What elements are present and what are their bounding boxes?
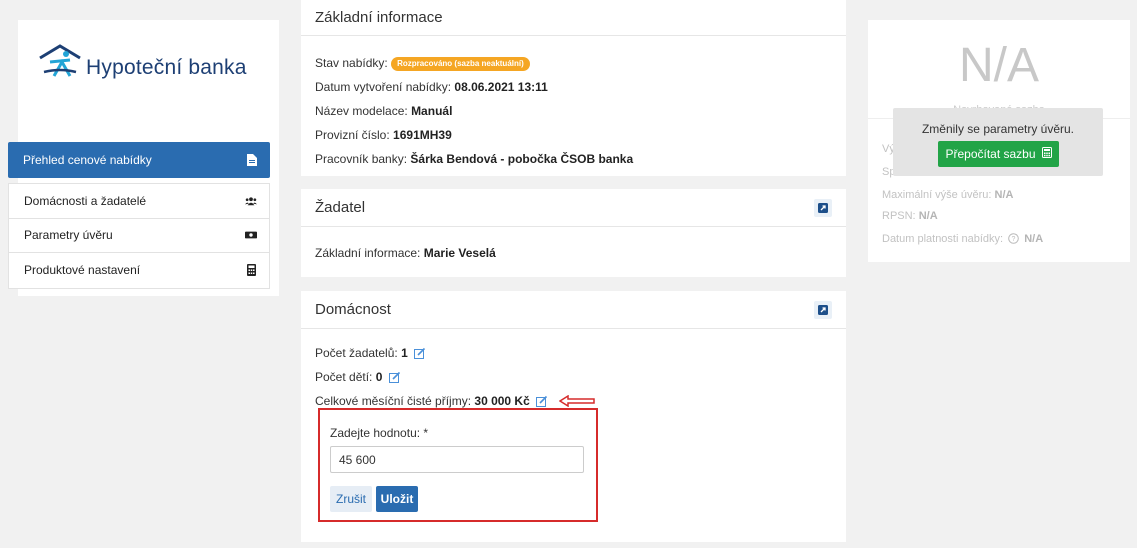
worker-label: Pracovník banky: [315,152,408,166]
recalc-notice: Změnily se parametry úvěru. Přepočítat s… [893,108,1103,176]
sidebar-item-loan-params[interactable]: Parametry úvěru [9,219,269,253]
notice-text: Změnily se parametry úvěru. [921,122,1075,136]
created-row: Datum vytvoření nabídky: 08.06.2021 13:1… [315,75,832,99]
summary-row: Maximální výše úvěru: N/A [882,189,1013,201]
logo-icon [39,44,81,77]
rate-value: N/A [958,39,1039,92]
cancel-button[interactable]: Zrušit [330,486,372,512]
sidebar-item-label: Parametry úvěru [24,228,113,243]
worker-row: Pracovník banky: Šárka Bendová - pobočka… [315,147,832,171]
created-value: 08.06.2021 13:11 [454,80,548,94]
summary-row-value: N/A [1024,233,1044,245]
worker-value: Šárka Bendová - pobočka ČSOB banka [410,152,634,166]
sidebar-item-label: Přehled cenové nabídky [23,153,152,167]
summary-row: Datum platnosti nabídky: ? N/A [882,233,1043,247]
edit-pencil-icon[interactable] [388,367,401,391]
commission-row: Provizní číslo: 1691MH39 [315,123,832,147]
recalculate-rate-button[interactable]: Přepočítat sazbu [938,141,1059,167]
help-icon[interactable]: ? [1008,233,1019,247]
model-row: Název modelace: Manuál [315,99,832,123]
commission-value: 1691MH39 [393,128,452,142]
summary-row-value: N/A [994,189,1014,201]
children-count-row: Počet dětí: 0 [315,365,832,389]
summary-row-value: N/A [918,210,938,222]
money-icon [245,229,257,241]
card-header: Domácnost [301,291,846,329]
applicant-info-row: Základní informace: Marie Veselá [315,241,832,265]
card-title: Domácnost [315,301,391,318]
sidebar-menu: Domácnosti a žadatelé Parametry úvěru Pr… [8,183,270,289]
brand-name: Hypoteční banka [86,56,247,79]
income-label: Celkové měsíční čisté příjmy: [315,394,472,408]
status-label: Stav nabídky: [315,56,388,70]
summary-row-label: Maximální výše úvěru: [882,189,992,201]
edit-value-label: Zadejte hodnotu: * [330,426,429,440]
income-value: 30 000 Kč [474,394,530,408]
created-label: Datum vytvoření nabídky: [315,80,452,94]
basic-info-card: Základní informace Stav nabídky: Rozprac… [301,0,846,176]
sidebar-item-product-settings[interactable]: Produktové nastavení [9,253,269,288]
summary-row-label: Datum platnosti nabídky: [882,233,1004,245]
external-edit-icon [818,202,828,213]
sidebar-item-label: Domácnosti a žadatelé [24,193,147,208]
card-header: Základní informace [301,0,846,36]
calculator-icon [245,264,257,277]
income-value-input[interactable] [330,446,584,473]
applicants-count-row: Počet žadatelů: 1 [315,341,832,365]
sidebar-item-households[interactable]: Domácnosti a žadatelé [9,184,269,219]
children-count-value: 0 [375,370,383,384]
calculator-icon [1041,147,1052,161]
save-button[interactable]: Uložit [376,486,418,512]
applicant-info-label: Základní informace: [315,246,421,260]
card-header: Žadatel [301,189,846,227]
status-badge: Rozpracováno (sazba neaktuální) [391,57,530,71]
users-icon [245,195,257,207]
open-edit-button[interactable] [814,300,832,319]
card-title: Žadatel [315,199,366,216]
commission-label: Provizní číslo: [315,128,390,142]
edit-pencil-icon[interactable] [414,343,426,367]
model-value: Manuál [411,104,453,118]
children-count-label: Počet dětí: [315,370,373,384]
applicants-count-label: Počet žadatelů: [315,346,398,360]
external-edit-icon [818,304,828,315]
summary-row: RPSN: N/A [882,210,938,222]
document-icon [246,154,258,166]
applicant-card: Žadatel Základní informace: Marie Veselá [301,189,846,277]
applicant-info-value: Marie Veselá [423,246,496,260]
applicants-count-value: 1 [401,346,408,360]
sidebar-item-overview[interactable]: Přehled cenové nabídky [8,142,270,178]
card-title: Základní informace [315,9,443,26]
status-row: Stav nabídky: Rozpracováno (sazba neaktu… [315,51,832,75]
bank-logo[interactable]: Hypoteční banka [36,44,247,80]
sidebar-item-label: Produktové nastavení [24,263,141,278]
recalc-label: Přepočítat sazbu [945,147,1036,161]
model-label: Název modelace: [315,104,408,118]
svg-text:?: ? [1012,236,1016,243]
open-edit-button[interactable] [814,198,832,217]
income-edit-form: Zadejte hodnotu: * Zrušit Uložit [318,408,598,522]
summary-row-label: RPSN: [882,210,916,222]
